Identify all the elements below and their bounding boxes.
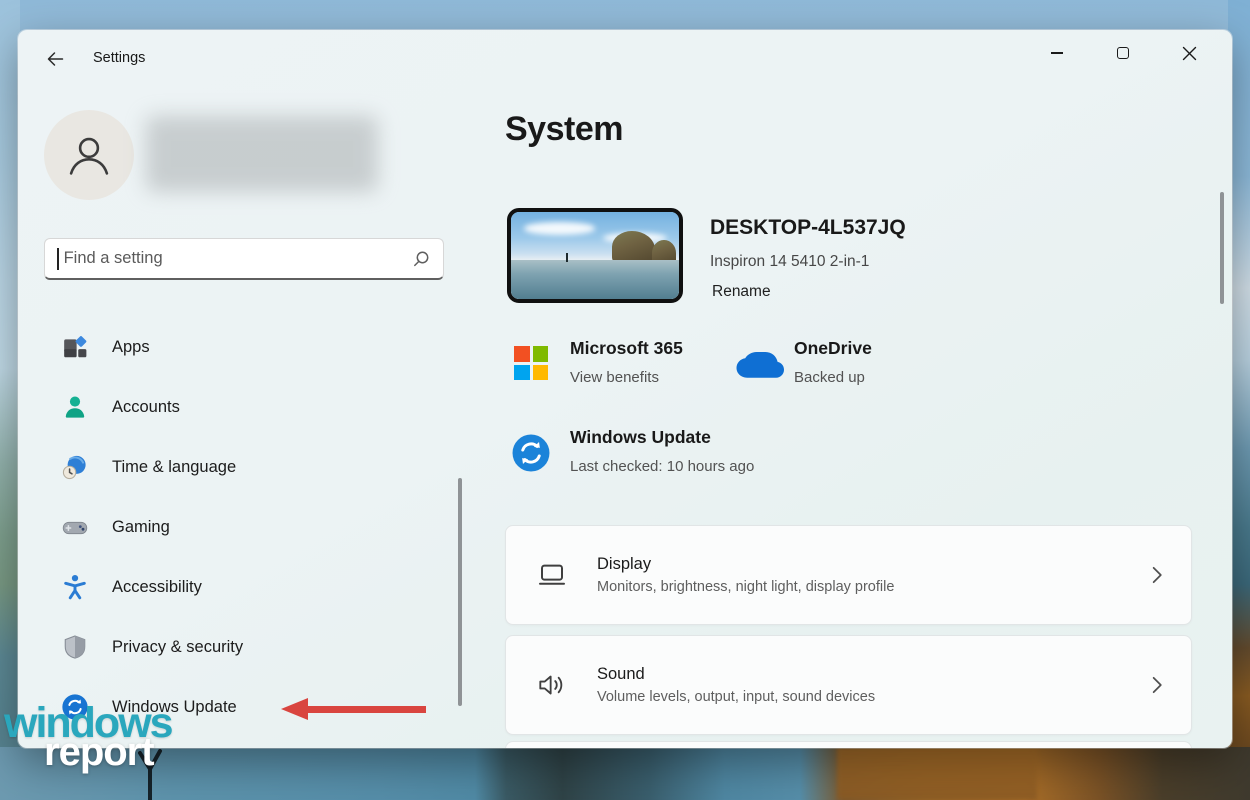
display-card-subtitle: Monitors, brightness, night light, displ… [597,579,895,595]
main-scrollbar[interactable] [1220,192,1224,304]
rename-link[interactable]: Rename [712,283,771,301]
device-thumbnail [507,208,683,303]
wallpaper-bottom-strip [0,747,1250,800]
person-icon [69,137,109,175]
sound-card[interactable]: Sound Volume levels, output, input, soun… [505,635,1192,735]
display-icon [536,559,568,591]
windows-update-last-checked: Last checked: 10 hours ago [570,458,755,475]
microsoft-365-icon [514,346,548,380]
sidebar-scrollbar[interactable] [458,478,462,706]
display-card-text: Display Monitors, brightness, night ligh… [597,555,1152,595]
thumb-person [566,252,569,262]
wallpaper-left-strip [0,0,20,800]
watermark-report: report [44,730,155,775]
sidebar-item-apps[interactable]: Apps [40,322,450,372]
minimize-icon [1051,52,1063,54]
display-card-title: Display [597,555,652,573]
next-card-partial[interactable] [505,741,1192,748]
microsoft-365-title: Microsoft 365 [570,338,683,358]
sidebar-item-label: Accounts [112,397,180,416]
accessibility-icon [62,574,88,600]
sidebar-item-accessibility[interactable]: Accessibility [40,562,450,612]
shield-icon [62,634,88,660]
search-icon [414,251,429,266]
settings-window: Settings Apps [18,30,1232,748]
ms-square-blue [514,364,530,380]
back-button[interactable] [40,44,70,74]
sound-icon [536,669,568,701]
sidebar-item-privacy-security[interactable]: Privacy & security [40,622,450,672]
accounts-icon [62,394,88,420]
minimize-button[interactable] [1024,36,1090,70]
wallpaper-rock [837,747,1037,800]
sidebar-item-label: Privacy & security [112,637,244,656]
close-button[interactable] [1156,36,1222,70]
chevron-right-icon [1152,566,1162,584]
device-model: Inspiron 14 5410 2-in-1 [710,253,870,270]
close-icon [1182,46,1196,60]
maximize-icon [1117,47,1129,59]
search-input[interactable] [63,249,411,268]
thumb-cloud [524,222,595,235]
sound-card-title: Sound [597,665,645,683]
annotation-arrow [281,698,426,720]
text-cursor [57,247,59,270]
windows-update-status-icon [512,434,550,472]
watermark: windows report [4,701,174,775]
sidebar-item-label: Time & language [112,457,237,476]
apps-icon [62,334,88,360]
user-name-blurred [146,116,378,192]
ms-square-yellow [532,364,548,380]
windows-update-title: Windows Update [570,427,711,447]
sidebar-item-accounts[interactable]: Accounts [40,382,450,432]
onedrive-icon [736,350,784,380]
sound-card-subtitle: Volume levels, output, input, sound devi… [597,689,876,705]
page-title: System [505,110,623,148]
chevron-right-icon [1152,676,1162,694]
view-benefits-link[interactable]: View benefits [570,369,659,386]
window-title: Settings [93,50,146,66]
sound-card-text: Sound Volume levels, output, input, soun… [597,665,1152,705]
avatar[interactable] [44,110,134,200]
ms-square-red [514,346,530,362]
thumb-sea [511,259,679,299]
display-card[interactable]: Display Monitors, brightness, night ligh… [505,525,1192,625]
sidebar-item-time-language[interactable]: Time & language [40,442,450,492]
device-name: DESKTOP-4L537JQ [710,216,906,239]
time-language-icon [62,454,88,480]
sidebar-item-gaming[interactable]: Gaming [40,502,450,552]
window-controls [1024,36,1222,70]
ms-square-green [532,346,548,362]
gaming-icon [62,514,88,540]
sidebar-item-label: Gaming [112,517,170,536]
arrow-shaft [303,705,426,713]
back-arrow-icon [47,52,64,66]
onedrive-status: Backed up [794,369,865,386]
search-box[interactable] [44,238,444,280]
sidebar-item-label: Accessibility [112,577,202,596]
sidebar-item-label: Apps [112,337,150,356]
onedrive-title: OneDrive [794,338,872,358]
maximize-button[interactable] [1090,36,1156,70]
